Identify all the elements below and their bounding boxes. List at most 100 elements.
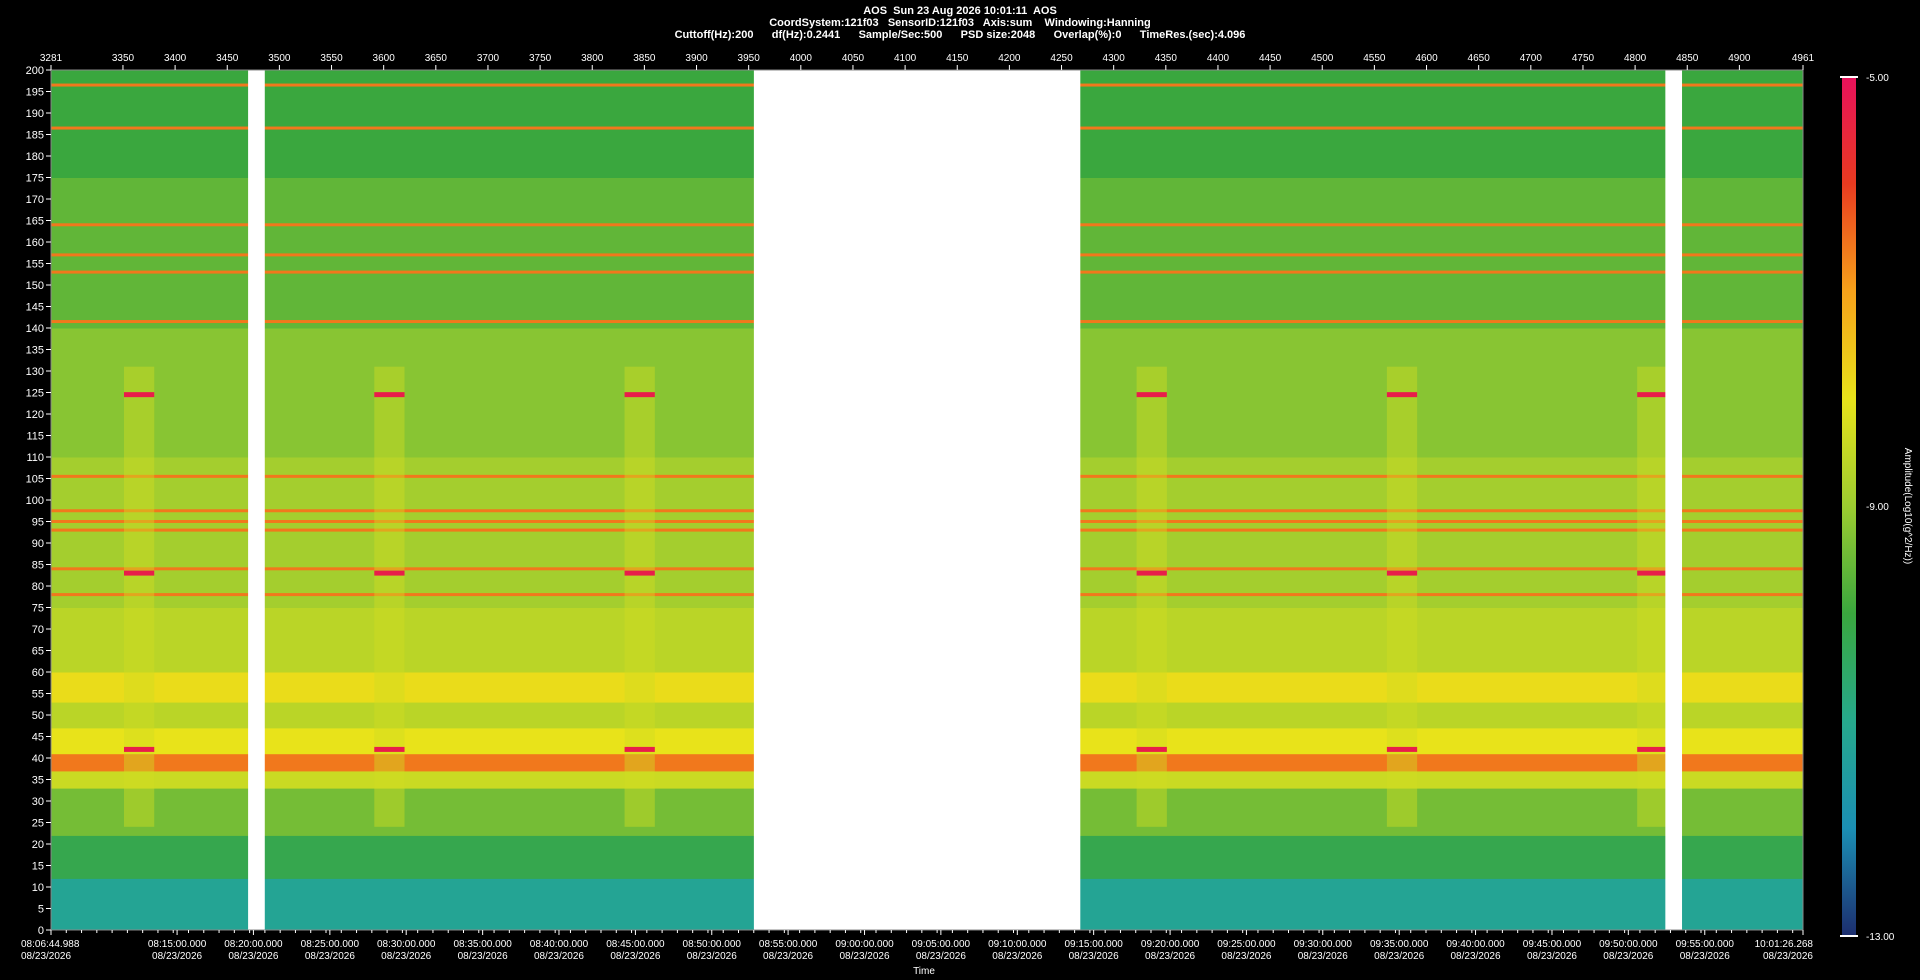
time-tick-label: 08:35:00.000	[453, 939, 512, 950]
event-tone	[124, 392, 155, 398]
date-tick-label: 08/23/2026	[916, 951, 966, 962]
event-window	[374, 366, 405, 827]
event-tone	[624, 746, 655, 752]
colorbar: -5.00 -9.00 -13.00 Amplitude(Log10(g^2/H…	[1840, 73, 1913, 943]
data-gap	[248, 70, 265, 930]
y-tick-label: 40	[32, 753, 44, 765]
time-tick-label: 10:01:26.268	[1755, 939, 1814, 950]
top-tick-label: 4050	[842, 53, 865, 64]
event-tone	[1136, 392, 1167, 398]
event-tone	[1637, 570, 1668, 576]
top-tick-label: 4000	[790, 53, 813, 64]
y-tick-label: 65	[32, 646, 44, 658]
date-tick-label: 08/23/2026	[1680, 951, 1730, 962]
time-tick-label: 09:30:00.000	[1294, 939, 1353, 950]
top-tick-label: 4600	[1415, 53, 1438, 64]
colorbar-label: Amplitude(Log10(g^2/Hz))	[1902, 448, 1913, 564]
top-tick-label: 4700	[1520, 53, 1543, 64]
y-tick-label: 170	[26, 194, 44, 206]
top-tick-label: 3400	[164, 53, 187, 64]
top-tick-label: 3450	[216, 53, 239, 64]
time-tick-label: 09:15:00.000	[1064, 939, 1123, 950]
top-tick-label: 3950	[738, 53, 761, 64]
y-tick-label: 125	[26, 388, 44, 400]
top-tick-label: 4100	[894, 53, 917, 64]
y-tick-label: 30	[32, 796, 44, 808]
event-window	[624, 366, 655, 827]
y-tick-label: 10	[32, 882, 44, 894]
event-window	[1136, 366, 1167, 827]
y-tick-label: 165	[26, 216, 44, 228]
time-tick-label: 09:20:00.000	[1141, 939, 1200, 950]
y-tick-label: 70	[32, 624, 44, 636]
date-tick-label: 08/23/2026	[1221, 951, 1271, 962]
date-tick-label: 08/23/2026	[992, 951, 1042, 962]
y-tick-label: 120	[26, 409, 44, 421]
time-tick-label: 08:30:00.000	[377, 939, 436, 950]
colorbar-tick-label: -13.00	[1866, 932, 1895, 943]
date-tick-label: 08/23/2026	[21, 951, 71, 962]
event-tone	[1136, 746, 1167, 752]
time-tick-label: 08:50:00.000	[683, 939, 742, 950]
y-tick-label: 135	[26, 345, 44, 357]
event-tone	[374, 570, 405, 576]
y-tick-label: 160	[26, 237, 44, 249]
time-tick-label: 09:45:00.000	[1523, 939, 1582, 950]
top-tick-label: 4300	[1103, 53, 1126, 64]
y-tick-label: 35	[32, 775, 44, 787]
y-tick-label: 90	[32, 538, 44, 550]
y-tick-label: 50	[32, 710, 44, 722]
time-tick-label: 09:25:00.000	[1217, 939, 1276, 950]
time-tick-label: 08:40:00.000	[530, 939, 589, 950]
time-tick-label: 09:00:00.000	[835, 939, 894, 950]
y-tick-label: 150	[26, 280, 44, 292]
spectrogram-plot-area[interactable]	[51, 70, 1803, 931]
top-tick-label: 4400	[1207, 53, 1230, 64]
time-tick-label: 08:25:00.000	[301, 939, 360, 950]
top-tick-label: 4850	[1676, 53, 1699, 64]
colorbar-tick-label: -5.00	[1866, 73, 1889, 84]
y-tick-label: 25	[32, 818, 44, 830]
time-tick-label: 09:35:00.000	[1370, 939, 1429, 950]
top-tick-label: 4961	[1792, 53, 1815, 64]
time-tick-label: 08:45:00.000	[606, 939, 665, 950]
time-tick-label: 09:10:00.000	[988, 939, 1047, 950]
date-tick-label: 08/23/2026	[228, 951, 278, 962]
date-tick-label: 08/23/2026	[458, 951, 508, 962]
y-tick-label: 185	[26, 130, 44, 142]
top-tick-label: 3800	[581, 53, 604, 64]
time-tick-label: 09:55:00.000	[1676, 939, 1735, 950]
event-tone	[124, 570, 155, 576]
event-tone	[1386, 392, 1418, 398]
y-tick-label: 55	[32, 689, 44, 701]
y-tick-label: 15	[32, 861, 44, 873]
y-tick-label: 145	[26, 302, 44, 314]
time-tick-label: 08:15:00.000	[148, 939, 207, 950]
top-tick-label: 4200	[998, 53, 1021, 64]
date-tick-label: 08/23/2026	[1763, 951, 1813, 962]
event-tone	[124, 746, 155, 752]
top-tick-label: 4900	[1728, 53, 1751, 64]
y-tick-label: 45	[32, 732, 44, 744]
top-tick-label: 4800	[1624, 53, 1647, 64]
y-tick-label: 110	[26, 452, 44, 464]
top-tick-label: 4450	[1259, 53, 1282, 64]
y-tick-label: 80	[32, 581, 44, 593]
event-window	[1386, 366, 1418, 827]
y-tick-label: 85	[32, 560, 44, 572]
colorbar-tick-label: -9.00	[1866, 502, 1889, 513]
data-gap	[1665, 70, 1683, 930]
time-tick-label: 09:50:00.000	[1599, 939, 1658, 950]
top-tick-label: 4500	[1311, 53, 1334, 64]
y-tick-label: 140	[26, 323, 44, 335]
event-tone	[374, 392, 405, 398]
top-tick-label: 3850	[633, 53, 656, 64]
event-tone	[1386, 570, 1418, 576]
date-tick-label: 08/23/2026	[1451, 951, 1501, 962]
y-tick-label: 175	[26, 173, 44, 185]
date-tick-label: 08/23/2026	[687, 951, 737, 962]
event-tone	[1386, 746, 1418, 752]
date-tick-label: 08/23/2026	[840, 951, 890, 962]
top-tick-label: 3600	[373, 53, 396, 64]
event-window	[1637, 366, 1668, 827]
